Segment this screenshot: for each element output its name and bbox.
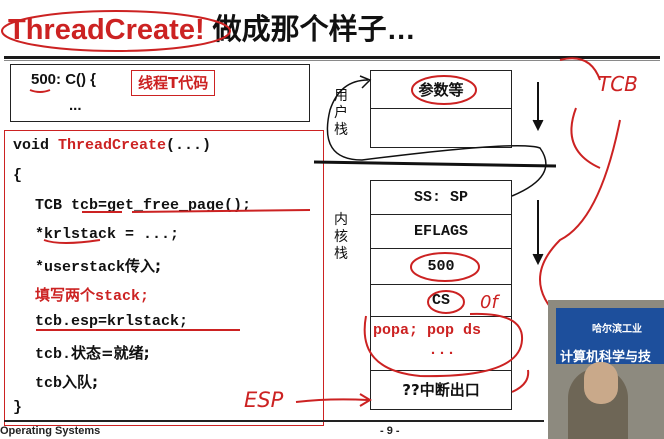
ss-sp-arrowhead — [359, 75, 372, 89]
krlstack-underline-mark — [43, 239, 101, 244]
box1-underline-mark — [29, 89, 51, 93]
ss-sp-pointer-arrow — [326, 79, 547, 197]
get-free-page-underline-mark — [131, 209, 311, 213]
esp-arrow — [295, 398, 369, 403]
500-circle-mark — [410, 252, 480, 282]
cs-circle-mark — [427, 290, 465, 314]
stack-separator-line — [313, 160, 557, 168]
tcb-handwriting-mark — [539, 57, 621, 319]
footer-page-number: - 9 - — [380, 425, 400, 437]
interrupt-exit-mark — [511, 369, 530, 393]
footer-course: Operating Systems — [0, 425, 101, 437]
webcam-sign: 哈尔滨工业 计算机科学与技 — [556, 308, 664, 365]
user-stack-growth-arrowhead — [532, 119, 544, 132]
footer-divider — [4, 420, 544, 422]
title-circle-mark — [1, 10, 231, 52]
webcam-feed: 哈尔滨工业 计算机科学与技 — [548, 300, 664, 439]
popa-circle-mark — [363, 312, 524, 378]
params-circle-mark — [411, 75, 477, 105]
webcam-sign-top: 哈尔滨工业 — [592, 324, 642, 335]
kernel-stack-growth-arrowhead — [532, 253, 544, 266]
speaker-face — [584, 362, 618, 404]
